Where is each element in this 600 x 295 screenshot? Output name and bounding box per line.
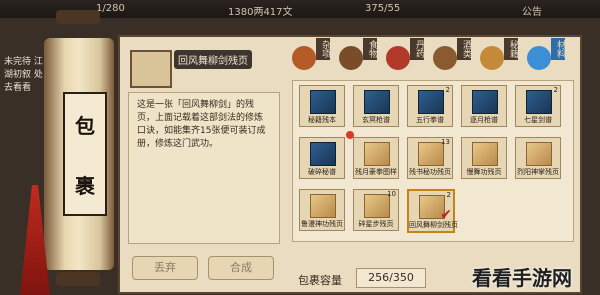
- book-icon: [526, 90, 552, 114]
- title-char-1: 包: [75, 113, 95, 138]
- tab-4[interactable]: 秘籍: [478, 38, 520, 76]
- resource-counter: 375/55: [365, 3, 401, 14]
- item-slot[interactable]: 2 回风舞柳剑残页 ✔: [407, 189, 458, 233]
- tab-label: 食物: [363, 38, 377, 60]
- crystal-icon: [527, 46, 551, 70]
- book-icon: [310, 142, 336, 166]
- item-count: 2: [445, 86, 450, 94]
- tab-label: 材料: [551, 38, 565, 60]
- tab-label: 酒类: [457, 38, 471, 60]
- check-icon: ✔: [440, 207, 452, 223]
- item-count: 2: [446, 191, 451, 199]
- item-label: 七星剑谱: [524, 116, 552, 124]
- wine-icon: [433, 46, 457, 70]
- page-icon: [526, 142, 552, 166]
- tab-0[interactable]: 杂项: [290, 38, 332, 76]
- tab-label: 秘籍: [504, 38, 518, 60]
- book-icon: [472, 90, 498, 114]
- category-tabs: 杂项 食物 丹药 酒类 秘籍 材料: [290, 38, 570, 78]
- item-name: 回风舞柳剑残页: [174, 50, 252, 69]
- combine-button[interactable]: 合成: [208, 256, 274, 280]
- tab-1[interactable]: 食物: [337, 38, 379, 76]
- item-slot[interactable]: 残月豪拳图样: [353, 137, 399, 179]
- item-label: 秘籍残本: [308, 116, 336, 124]
- item-label: 残月豪拳图样: [355, 168, 397, 176]
- item-slot[interactable]: 鲁漫神功残页: [299, 189, 345, 231]
- item-label: 五行拳谱: [416, 116, 444, 124]
- book-icon: [418, 90, 444, 114]
- tab-2[interactable]: 丹药: [384, 38, 426, 76]
- watermark: 看看手游网: [472, 266, 572, 290]
- item-description-box: 这是一张「回风舞柳剑」的残页，上面记载着这部剑法的修炼口诀，如能集齐15张便可装…: [128, 92, 280, 244]
- book-icon: [310, 90, 336, 114]
- item-count: 13: [441, 138, 450, 146]
- scroll-icon: [480, 46, 504, 70]
- item-slot[interactable]: 破碎秘谱: [299, 137, 345, 179]
- scroll-rod-bottom: [56, 272, 100, 286]
- item-description: 这是一张「回风舞柳剑」的残页，上面记载着这部剑法的修炼口诀，如能集齐15张便可装…: [137, 100, 266, 149]
- item-label: 逐月枪谱: [470, 116, 498, 124]
- item-slot[interactable]: 慢舞功残页: [461, 137, 507, 179]
- pill-icon: [386, 46, 410, 70]
- book-icon: [364, 90, 390, 114]
- scroll-rod-top: [56, 10, 100, 24]
- item-slot[interactable]: 2 五行拳谱: [407, 85, 453, 127]
- item-label: 烈阳神掌残页: [517, 168, 559, 176]
- item-label: 碎星步残页: [358, 220, 394, 228]
- item-slot[interactable]: 逐月枪谱: [461, 85, 507, 127]
- item-count: 10: [387, 190, 396, 198]
- tab-label: 丹药: [410, 38, 424, 60]
- item-label: 玄冥枪谱: [362, 116, 390, 124]
- item-slot[interactable]: 10 碎星步残页: [353, 189, 399, 231]
- item-header: 回风舞柳剑残页: [128, 44, 282, 90]
- title-char-2: 裹: [75, 173, 95, 198]
- page-icon: [364, 142, 390, 166]
- page-icon: [310, 194, 336, 218]
- capacity-label: 包裹容量: [298, 274, 342, 287]
- capacity-value: 256/350: [356, 268, 426, 288]
- item-slot[interactable]: 2 七星剑谱: [515, 85, 561, 127]
- item-slot[interactable]: 玄冥枪谱: [353, 85, 399, 127]
- page-icon: [472, 142, 498, 166]
- item-label: 破碎秘谱: [308, 168, 336, 176]
- item-grid: 秘籍残本 玄冥枪谱 2 五行拳谱 逐月枪谱 2 七星剑谱破碎秘谱 残月豪拳图样 13 残书秘功残页…: [292, 80, 574, 242]
- discard-button[interactable]: 丢弃: [132, 256, 198, 280]
- item-slot[interactable]: 烈阳神掌残页: [515, 137, 561, 179]
- item-count: 2: [553, 86, 558, 94]
- food-icon: [339, 46, 363, 70]
- new-item-dot: [346, 131, 354, 139]
- item-label: 慢舞功残页: [466, 168, 502, 176]
- item-thumbnail: [130, 50, 172, 88]
- item-label: 残书秘功残页: [409, 168, 451, 176]
- tab-5[interactable]: 材料: [525, 38, 567, 76]
- item-label: 鲁漫神功残页: [301, 220, 343, 228]
- inventory-title: 包 裹: [63, 92, 107, 216]
- notice-link[interactable]: 公告: [522, 3, 542, 18]
- money-counter: 1380两417文: [228, 7, 293, 18]
- item-slot[interactable]: 13 残书秘功残页: [407, 137, 453, 179]
- item-slot[interactable]: 秘籍残本: [299, 85, 345, 127]
- tab-label: 杂项: [316, 38, 330, 60]
- stamina-counter: 1/280: [96, 3, 125, 14]
- misc-icon: [292, 46, 316, 70]
- quest-hint[interactable]: 未完待 江湖初叙 处去看看: [4, 56, 44, 95]
- tab-3[interactable]: 酒类: [431, 38, 473, 76]
